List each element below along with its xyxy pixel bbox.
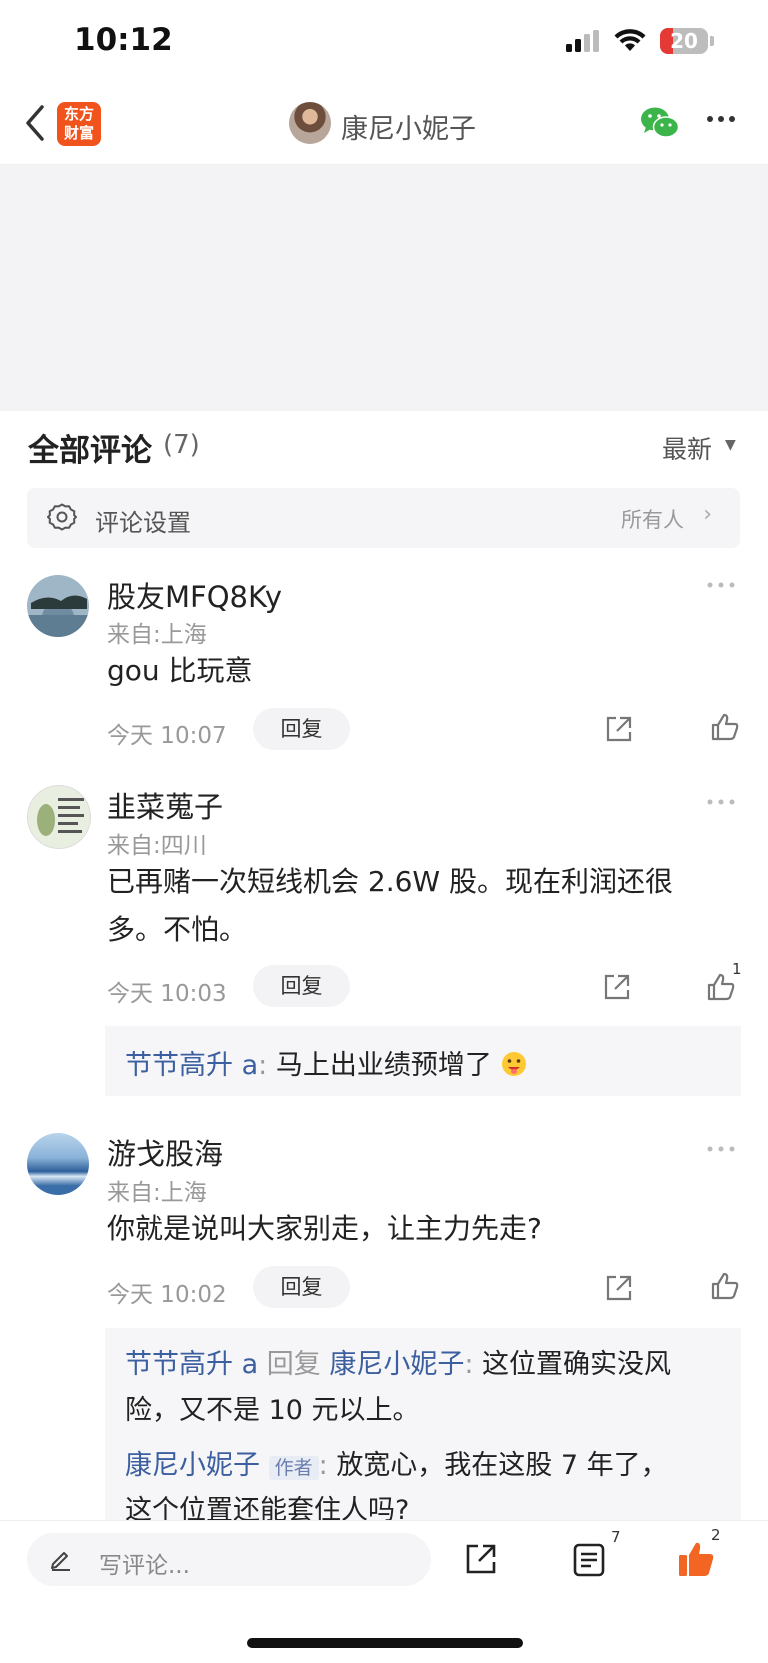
reply-text: 马上出业绩预增了 xyxy=(275,1050,492,1081)
reply-button[interactable]: 回复 xyxy=(253,1266,350,1308)
comment-time: 今天 10:07 xyxy=(107,723,227,749)
reply-button[interactable]: 回复 xyxy=(253,965,350,1007)
comment-settings-value: 所有人 xyxy=(621,508,684,532)
content-area xyxy=(0,165,768,411)
username[interactable]: 游戈股海 xyxy=(107,1131,223,1173)
battery-icon: 20 xyxy=(660,28,714,54)
back-icon[interactable] xyxy=(24,104,46,142)
comment-placeholder: 写评论... xyxy=(99,1553,190,1579)
comment-time: 今天 10:03 xyxy=(107,981,227,1007)
comment-settings-label: 评论设置 xyxy=(95,509,191,537)
more-options-icon[interactable] xyxy=(706,104,736,134)
reply-separator: : xyxy=(464,1349,474,1380)
reply-text-line1: 放宽心，我在这股 7 年了， xyxy=(336,1450,668,1481)
comments-title: 全部评论 xyxy=(28,433,152,469)
reply-separator: : xyxy=(258,1050,268,1081)
pencil-icon xyxy=(51,1552,70,1571)
comment-text: 你就是说叫大家别走，让主力先走? xyxy=(107,1212,542,1245)
author-name[interactable]: 康尼小妮子 xyxy=(341,107,476,146)
battery-level: 20 xyxy=(670,29,698,53)
share-icon[interactable] xyxy=(602,972,632,1002)
reply-text-line2: 险，又不是 10 元以上。 xyxy=(125,1395,420,1426)
nav-bar: 东方 财富 康尼小妮子 xyxy=(0,82,768,165)
home-indicator xyxy=(247,1638,523,1648)
comments-list-icon[interactable] xyxy=(572,1542,606,1578)
reply-button[interactable]: 回复 xyxy=(253,708,350,750)
comment-count-badge: 7 xyxy=(611,1528,621,1546)
author-tag: 作者 xyxy=(268,1456,319,1480)
reply-target-username[interactable]: 康尼小妮子 xyxy=(329,1349,464,1380)
thumbs-up-icon[interactable] xyxy=(710,1271,740,1301)
reply-text-line2: 这个位置还能套住人吗? xyxy=(125,1495,410,1520)
cellular-signal-icon xyxy=(566,30,599,52)
emoji-icon xyxy=(502,1052,527,1076)
user-location: 来自:四川 xyxy=(107,833,207,859)
status-time: 10:12 xyxy=(74,22,173,58)
user-avatar[interactable] xyxy=(27,785,91,849)
logo-text-2: 财富 xyxy=(63,124,94,142)
like-count: 1 xyxy=(732,960,742,978)
status-icons: 20 xyxy=(566,28,714,54)
more-dots-icon[interactable] xyxy=(706,797,736,807)
share-icon[interactable] xyxy=(464,1542,498,1576)
user-location: 来自:上海 xyxy=(107,1180,207,1206)
reply-username[interactable]: 节节高升 a xyxy=(125,1349,258,1380)
comment-input[interactable]: 写评论... xyxy=(27,1533,431,1586)
wechat-share-icon[interactable] xyxy=(640,106,680,140)
chevron-right-icon: › xyxy=(703,502,712,527)
caret-down-icon[interactable]: ▼ xyxy=(725,437,736,453)
comment-time: 今天 10:02 xyxy=(107,1282,227,1308)
more-dots-icon[interactable] xyxy=(706,1144,736,1154)
thumbs-up-filled-icon[interactable] xyxy=(677,1540,715,1578)
share-icon[interactable] xyxy=(604,1273,634,1303)
logo-text-1: 东方 xyxy=(63,105,94,123)
wifi-icon xyxy=(614,29,646,51)
thumbs-up-icon[interactable] xyxy=(710,712,740,742)
reply-thread: 节节高升 a: 马上出业绩预增了 xyxy=(105,1026,741,1096)
user-avatar[interactable] xyxy=(27,1133,89,1195)
app-logo: 东方 财富 xyxy=(57,102,101,146)
username[interactable]: 股友MFQ8Ky xyxy=(107,574,282,616)
comment-text-line1: 已再赌一次短线机会 2.6W 股。现在利润还很 xyxy=(107,865,674,898)
reply-separator: : xyxy=(318,1450,328,1481)
reply-text-line1: 这位置确实没风 xyxy=(482,1349,672,1380)
comment-settings-row[interactable]: 评论设置 所有人 › xyxy=(27,488,740,548)
username[interactable]: 韭菜蒐子 xyxy=(107,784,223,826)
sort-dropdown[interactable]: 最新 xyxy=(662,430,712,466)
gear-icon xyxy=(47,503,77,531)
comment-text: gou 比玩意 xyxy=(107,654,253,687)
reply-username[interactable]: 康尼小妮子 xyxy=(125,1450,260,1481)
share-icon[interactable] xyxy=(604,714,634,744)
more-dots-icon[interactable] xyxy=(706,580,736,590)
reply-thread: 节节高升 a 回复 康尼小妮子: 这位置确实没风 险，又不是 10 元以上。 康… xyxy=(105,1328,741,1520)
reply-word: 回复 xyxy=(266,1349,321,1380)
comments-count: (7) xyxy=(163,430,200,460)
like-count-badge: 2 xyxy=(711,1526,721,1544)
user-avatar[interactable] xyxy=(27,575,89,637)
user-location: 来自:上海 xyxy=(107,622,207,648)
author-avatar[interactable] xyxy=(289,102,331,144)
comment-text-line2: 多。不怕。 xyxy=(107,913,248,946)
reply-username[interactable]: 节节高升 a xyxy=(125,1050,258,1081)
